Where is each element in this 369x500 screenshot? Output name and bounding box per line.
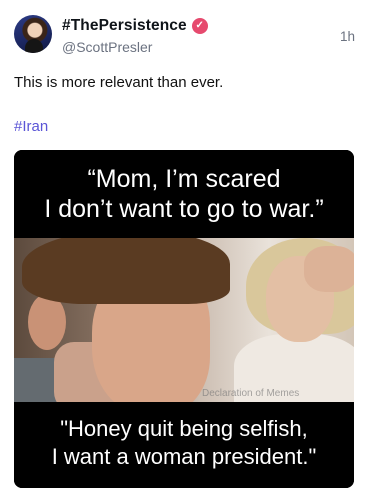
verified-badge-icon: ✓ xyxy=(191,18,208,34)
boy-hair xyxy=(22,238,230,304)
bottom-caption-line-2: I want a woman president." xyxy=(51,444,317,469)
post-text: This is more relevant than ever. xyxy=(14,74,224,91)
meme-photo: Declaration of Memes xyxy=(14,238,354,402)
post-header: #ThePersistence ✓ @ScottPresler 1h xyxy=(14,15,355,57)
user-handle[interactable]: @ScottPresler xyxy=(62,39,152,55)
bottom-caption-line-1: "Honey quit being selfish, xyxy=(60,416,308,441)
mother-hand xyxy=(304,246,354,292)
display-name[interactable]: #ThePersistence xyxy=(62,17,187,35)
post-card: #ThePersistence ✓ @ScottPresler 1h This … xyxy=(0,0,369,500)
watermark: Declaration of Memes xyxy=(202,388,300,399)
meme-image[interactable]: “Mom, I’m scared I don’t want to go to w… xyxy=(14,150,354,488)
avatar-figure xyxy=(25,39,43,53)
top-caption: “Mom, I’m scared I don’t want to go to w… xyxy=(14,150,354,240)
bottom-caption: "Honey quit being selfish, I want a woma… xyxy=(14,402,354,488)
timestamp[interactable]: 1h xyxy=(340,29,355,44)
top-caption-line-1: “Mom, I’m scared xyxy=(87,165,281,193)
name-row: #ThePersistence ✓ xyxy=(62,17,208,35)
top-caption-line-2: I don’t want to go to war.” xyxy=(44,195,324,223)
hashtag-link[interactable]: #Iran xyxy=(14,118,48,135)
avatar[interactable] xyxy=(14,15,52,53)
